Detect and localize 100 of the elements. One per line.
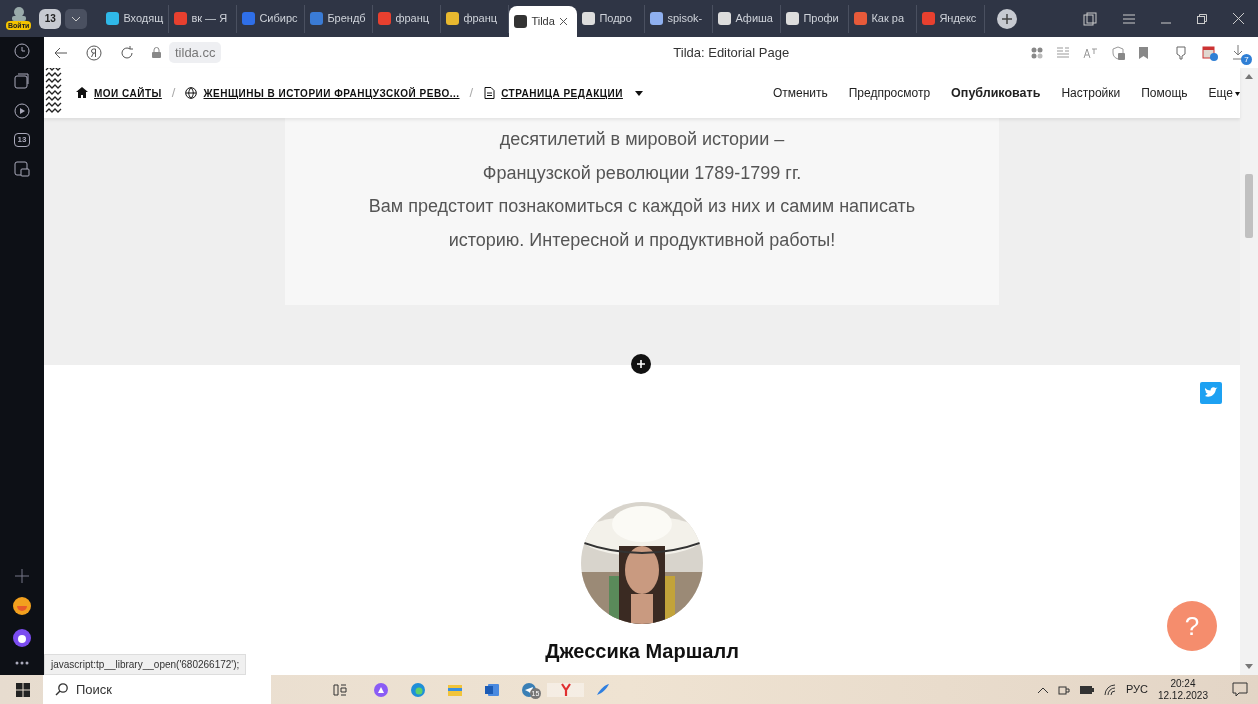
favicon-icon — [854, 12, 868, 25]
toolbar-button[interactable]: Еще — [1208, 84, 1240, 102]
browser-tab[interactable]: Подро — [577, 4, 646, 33]
favicon-icon — [650, 12, 664, 25]
browser-tab[interactable]: Tilda — [509, 6, 578, 37]
toolbar-button[interactable]: Настройки — [1061, 84, 1121, 102]
tab-count-button[interactable]: 13 — [39, 8, 62, 29]
browser-tab[interactable]: Яндекс — [917, 4, 986, 33]
history-icon[interactable] — [14, 43, 30, 59]
plus-icon — [636, 359, 646, 369]
reload-icon[interactable] — [120, 45, 134, 60]
language-indicator[interactable]: РУС — [1125, 681, 1148, 698]
breadcrumb-separator: / — [171, 84, 176, 103]
browser-icon[interactable] — [558, 682, 573, 697]
intro-text: Вам предстоит познакомиться с каждой из них и самим написать — [368, 195, 916, 218]
browser-tab[interactable]: spisok- — [645, 4, 714, 33]
favicon-icon — [106, 12, 120, 25]
tab-title: Входящ — [123, 11, 164, 27]
scroll-up-icon[interactable] — [1245, 74, 1253, 79]
browser-tab[interactable]: Профи — [781, 4, 850, 33]
tab-title: франц — [463, 11, 498, 27]
calendar-icon[interactable] — [1202, 44, 1218, 61]
close-icon[interactable] — [558, 17, 568, 26]
favicon-icon — [582, 12, 596, 25]
favicon-icon — [922, 12, 936, 25]
favicon-icon — [786, 12, 800, 25]
tab-title: Как ра — [871, 11, 904, 27]
collections-icon[interactable] — [1083, 11, 1097, 26]
clock-time: 20:24 — [1170, 677, 1196, 690]
tab-title: Подро — [599, 11, 632, 27]
home-icon — [76, 87, 88, 99]
favicon-icon — [378, 12, 392, 25]
browser-tab[interactable]: Как ра — [849, 4, 918, 33]
apps-icon[interactable] — [1031, 46, 1043, 59]
edge-icon[interactable] — [410, 682, 425, 697]
toolbar-button[interactable]: Опубликовать — [951, 83, 1041, 103]
toolbar-button[interactable]: Отменить — [772, 84, 828, 102]
folder-icon[interactable] — [447, 682, 462, 697]
download-badge: 7 — [1241, 54, 1252, 66]
browser-tab[interactable]: франц — [373, 4, 442, 33]
favicon-icon — [718, 12, 732, 25]
app-icon[interactable] — [13, 597, 31, 615]
clock-date: 12.12.2023 — [1157, 689, 1208, 702]
chevron-up-icon[interactable] — [1037, 686, 1048, 693]
menu-icon[interactable] — [1123, 13, 1135, 24]
browser-tab[interactable]: Брендб — [305, 4, 374, 33]
tab-title: Сибирс — [259, 11, 298, 27]
key-icon[interactable] — [1174, 45, 1188, 60]
browser-tab[interactable]: вк — Я — [169, 4, 238, 33]
url-field[interactable]: tilda.cc — [169, 41, 222, 64]
favicon-icon — [514, 15, 528, 28]
bookmark-icon[interactable] — [1139, 46, 1148, 59]
twitter-icon[interactable] — [1200, 382, 1222, 404]
breadcrumb-link[interactable]: МОИ САЙТЫ — [76, 85, 162, 101]
browser-logo-icon[interactable] — [86, 44, 102, 61]
new-tab-icon[interactable] — [997, 8, 1018, 29]
page-title: Tilda: Editorial Page — [672, 43, 790, 62]
word-icon[interactable] — [484, 682, 499, 697]
favicon-icon — [446, 12, 460, 25]
restore-icon[interactable] — [1197, 13, 1207, 24]
caret-icon — [634, 90, 643, 96]
lock-icon — [152, 47, 161, 58]
windows-icon[interactable] — [16, 682, 30, 697]
notifications-icon[interactable] — [1232, 682, 1248, 697]
scroll-down-icon[interactable] — [1245, 664, 1253, 669]
scrollbar-thumb[interactable] — [1245, 174, 1253, 238]
shield-icon[interactable] — [1111, 45, 1125, 60]
browser-tab[interactable]: Афиша — [713, 4, 782, 33]
caret-icon — [1235, 91, 1240, 96]
breadcrumb-link[interactable]: СТРАНИЦА РЕДАКЦИИ — [483, 85, 643, 101]
browser-tab[interactable]: Входящ — [101, 4, 170, 33]
toolbar-button[interactable]: Помощь — [1141, 84, 1188, 102]
browser-tab[interactable]: франц — [441, 4, 510, 33]
tab-title: Брендб — [327, 11, 366, 27]
play-icon[interactable] — [14, 103, 30, 119]
toolbar-button[interactable]: Предпросмотр — [848, 84, 931, 102]
tab-title: Афиша — [735, 11, 773, 27]
tab-title: spisok- — [667, 11, 703, 27]
battery-icon[interactable] — [1079, 684, 1094, 695]
translate-icon[interactable] — [1083, 46, 1097, 59]
browser-tab[interactable]: Сибирс — [237, 4, 306, 33]
tab-title: Tilda — [531, 14, 555, 30]
collections-icon[interactable] — [14, 73, 30, 89]
favicon-icon — [242, 12, 256, 25]
taskbar-search-field[interactable]: Поиск — [43, 675, 271, 704]
assistant-icon[interactable] — [13, 629, 31, 647]
back-icon[interactable] — [54, 46, 68, 59]
wifi-icon[interactable] — [1103, 683, 1116, 696]
task-view-icon[interactable] — [332, 682, 347, 697]
add-block-button[interactable] — [631, 354, 651, 374]
avatar-icon — [9, 7, 28, 21]
tab-title: Яндекс — [939, 11, 977, 27]
favicon-icon — [174, 12, 188, 25]
breadcrumb-separator: / — [469, 84, 474, 103]
calendar-badge[interactable]: 13 — [14, 133, 30, 147]
tab-title: вк — Я — [191, 11, 228, 27]
search-placeholder: Поиск — [76, 680, 113, 699]
device-icon[interactable] — [14, 161, 30, 177]
more-icon[interactable] — [15, 661, 29, 665]
meet-icon[interactable] — [1057, 683, 1070, 696]
